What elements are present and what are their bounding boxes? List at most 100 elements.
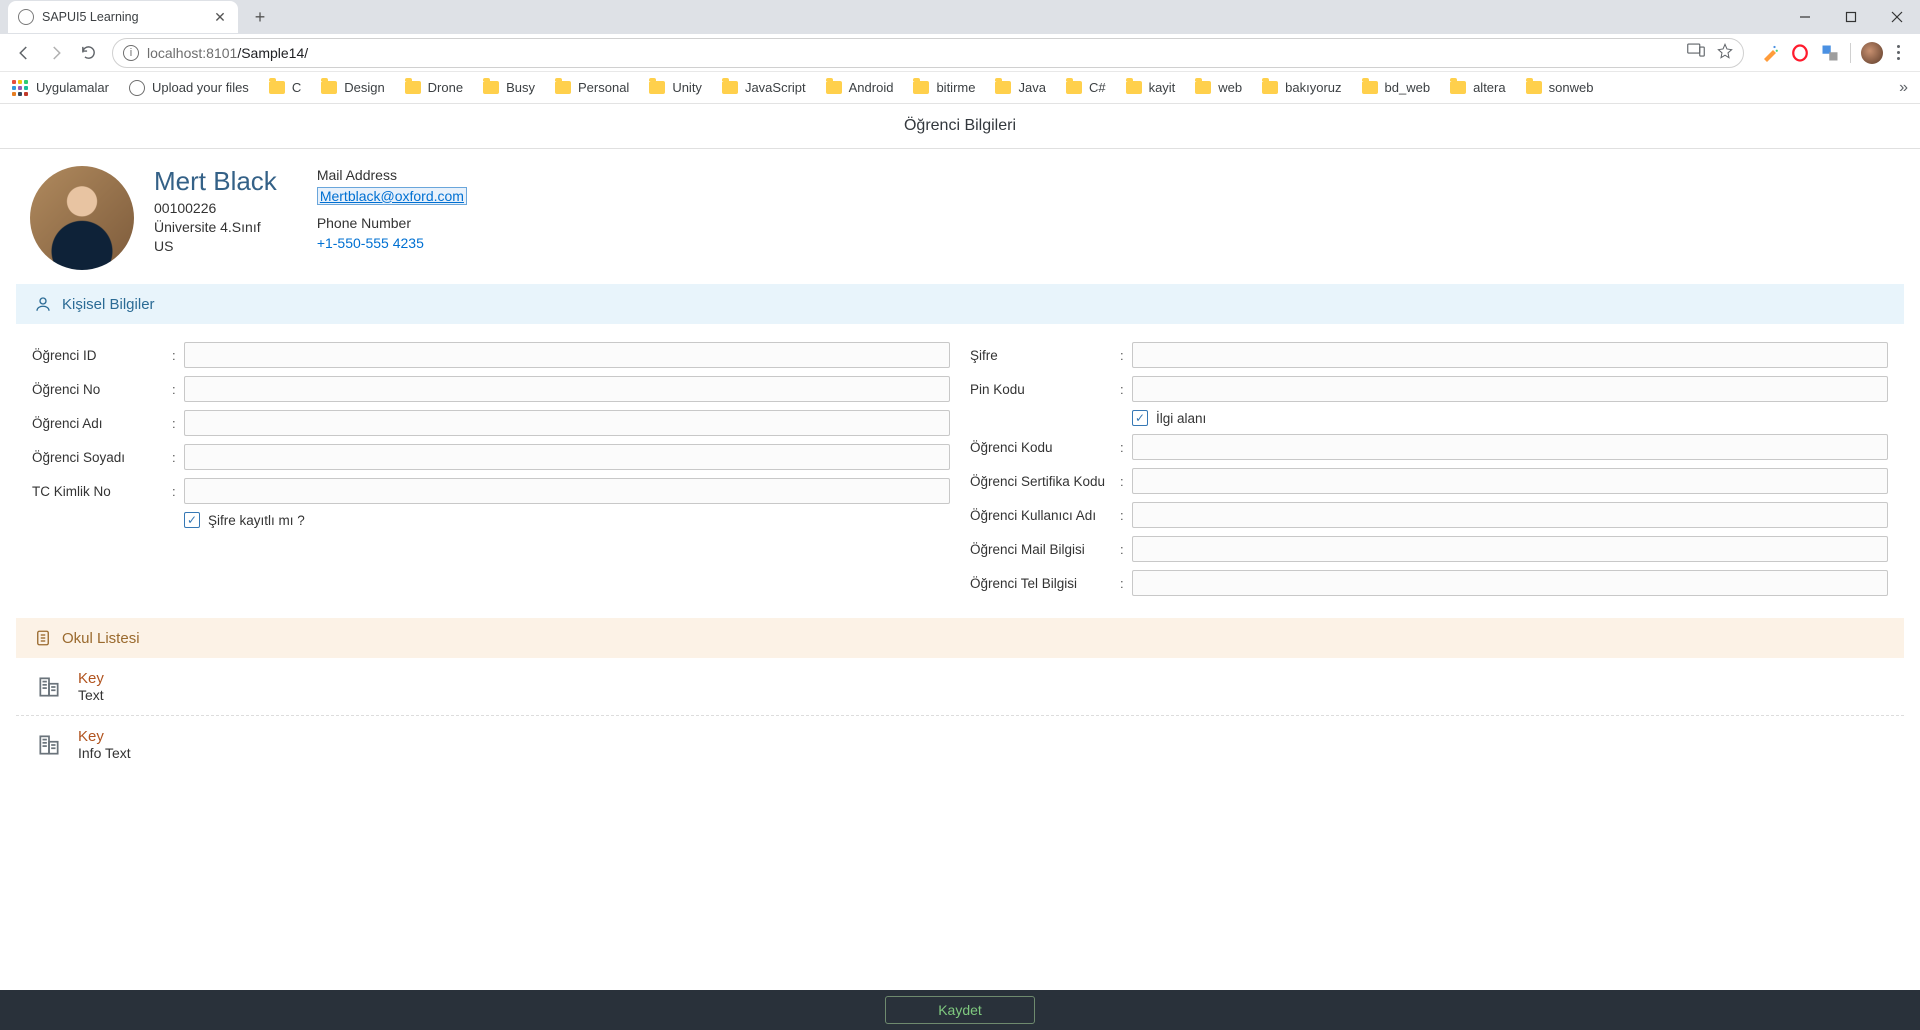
browser-menu-button[interactable] — [1893, 41, 1904, 64]
bookmark-folder[interactable]: C# — [1066, 80, 1106, 95]
new-tab-button[interactable]: + — [246, 3, 274, 31]
bookmark-apps[interactable]: Uygulamalar — [12, 80, 109, 96]
address-bar[interactable]: i localhost:8101/Sample14/ — [112, 38, 1744, 68]
list-item-key: Key — [78, 670, 104, 687]
bookmark-folder[interactable]: altera — [1450, 80, 1506, 95]
bookmark-label: bd_web — [1385, 80, 1431, 95]
nav-back-button[interactable] — [8, 37, 40, 69]
bookmark-folder[interactable]: bitirme — [913, 80, 975, 95]
student-name: Mert Black — [154, 166, 277, 197]
bookmark-folder[interactable]: Unity — [649, 80, 702, 95]
section-schools-header: Okul Listesi — [16, 618, 1904, 658]
input-student-id[interactable] — [184, 342, 950, 368]
bookmark-label: C — [292, 80, 301, 95]
input-phone[interactable] — [1132, 570, 1888, 596]
label-username: Öğrenci Kullanıcı Adı — [970, 508, 1120, 523]
phone-link[interactable]: +1-550-555 4235 — [317, 234, 467, 254]
input-tc[interactable] — [184, 478, 950, 504]
bookmark-folder[interactable]: sonweb — [1526, 80, 1594, 95]
input-pin[interactable] — [1132, 376, 1888, 402]
bookmark-folder[interactable]: Java — [995, 80, 1045, 95]
window-maximize-button[interactable] — [1828, 0, 1874, 34]
bookmark-folder[interactable]: C — [269, 80, 301, 95]
label-phone: Öğrenci Tel Bilgisi — [970, 576, 1120, 591]
bookmark-folder[interactable]: Busy — [483, 80, 535, 95]
section-title: Okul Listesi — [62, 630, 140, 647]
bookmark-upload[interactable]: Upload your files — [129, 80, 249, 96]
ext-opera-icon[interactable] — [1790, 43, 1810, 63]
input-student-no[interactable] — [184, 376, 950, 402]
mail-link[interactable]: Mertblack@oxford.com — [317, 187, 467, 205]
building-icon — [36, 732, 62, 758]
browser-tab[interactable]: SAPUI5 Learning ✕ — [8, 1, 238, 33]
bookmark-label: altera — [1473, 80, 1506, 95]
bookmark-folder[interactable]: Personal — [555, 80, 629, 95]
devices-icon[interactable] — [1687, 43, 1705, 62]
bookmark-folder[interactable]: Design — [321, 80, 384, 95]
bookmark-folder[interactable]: Drone — [405, 80, 463, 95]
label-student-name: Öğrenci Adı — [32, 416, 172, 431]
globe-icon — [129, 80, 145, 96]
bookmark-label: Upload your files — [152, 80, 249, 95]
bookmark-label: Personal — [578, 80, 629, 95]
site-info-icon[interactable]: i — [123, 45, 139, 61]
window-minimize-button[interactable] — [1782, 0, 1828, 34]
bookmark-label: kayit — [1149, 80, 1176, 95]
profile-avatar[interactable] — [1861, 42, 1883, 64]
folder-icon — [1126, 81, 1142, 94]
bookmark-folder[interactable]: bd_web — [1362, 80, 1431, 95]
label-interest: İlgi alanı — [1156, 411, 1306, 426]
bookmark-folder[interactable]: bakıyoruz — [1262, 80, 1341, 95]
label-student-no: Öğrenci No — [32, 382, 172, 397]
input-username[interactable] — [1132, 502, 1888, 528]
input-student-name[interactable] — [184, 410, 950, 436]
apps-icon — [12, 80, 28, 96]
input-mail[interactable] — [1132, 536, 1888, 562]
footer-bar: Kaydet — [0, 990, 1920, 1030]
label-tc: TC Kimlik No — [32, 484, 172, 499]
input-student-surname[interactable] — [184, 444, 950, 470]
person-icon — [34, 295, 52, 313]
input-student-code[interactable] — [1132, 434, 1888, 460]
bookmark-folder[interactable]: JavaScript — [722, 80, 806, 95]
label-mail: Öğrenci Mail Bilgisi — [970, 542, 1120, 557]
input-cert-code[interactable] — [1132, 468, 1888, 494]
browser-tab-bar: SAPUI5 Learning ✕ + — [0, 0, 1920, 34]
personal-form: Öğrenci ID: Öğrenci No: Öğrenci Adı: Öğr… — [16, 324, 1904, 612]
folder-icon — [1195, 81, 1211, 94]
window-close-button[interactable] — [1874, 0, 1920, 34]
nav-reload-button[interactable] — [72, 37, 104, 69]
list-item[interactable]: KeyText — [16, 658, 1904, 716]
list-item[interactable]: KeyInfo Text — [16, 716, 1904, 773]
label-password-saved: Şifre kayıtlı mı ? — [208, 513, 305, 528]
browser-nav-bar: i localhost:8101/Sample14/ — [0, 34, 1920, 72]
tab-favicon — [18, 9, 34, 25]
bookmark-folder[interactable]: Android — [826, 80, 894, 95]
bookmark-label: Uygulamalar — [36, 80, 109, 95]
input-password[interactable] — [1132, 342, 1888, 368]
list-item-text: Text — [78, 687, 104, 703]
label-cert-code: Öğrenci Sertifika Kodu — [970, 474, 1120, 489]
ext-wand-icon[interactable] — [1760, 43, 1780, 63]
list-item-text: Info Text — [78, 745, 131, 761]
tab-close-icon[interactable]: ✕ — [212, 9, 228, 25]
folder-icon — [913, 81, 929, 94]
checkbox-interest[interactable] — [1132, 410, 1148, 426]
folder-icon — [1262, 81, 1278, 94]
bookmark-folder[interactable]: web — [1195, 80, 1242, 95]
ext-translate-icon[interactable] — [1820, 43, 1840, 63]
phone-label: Phone Number — [317, 214, 467, 234]
page-content: Öğrenci Bilgileri Mert Black 00100226 Ün… — [0, 104, 1920, 990]
save-button[interactable]: Kaydet — [885, 996, 1035, 1024]
bookmark-label: Java — [1018, 80, 1045, 95]
bookmark-folder[interactable]: kayit — [1126, 80, 1176, 95]
mail-label: Mail Address — [317, 166, 467, 186]
student-country: US — [154, 237, 277, 256]
folder-icon — [1362, 81, 1378, 94]
nav-forward-button[interactable] — [40, 37, 72, 69]
folder-icon — [826, 81, 842, 94]
url-text: localhost:8101/Sample14/ — [147, 45, 1687, 61]
checkbox-password-saved[interactable] — [184, 512, 200, 528]
bookmark-star-icon[interactable] — [1717, 43, 1733, 62]
bookmarks-overflow-icon[interactable]: » — [1899, 79, 1908, 97]
